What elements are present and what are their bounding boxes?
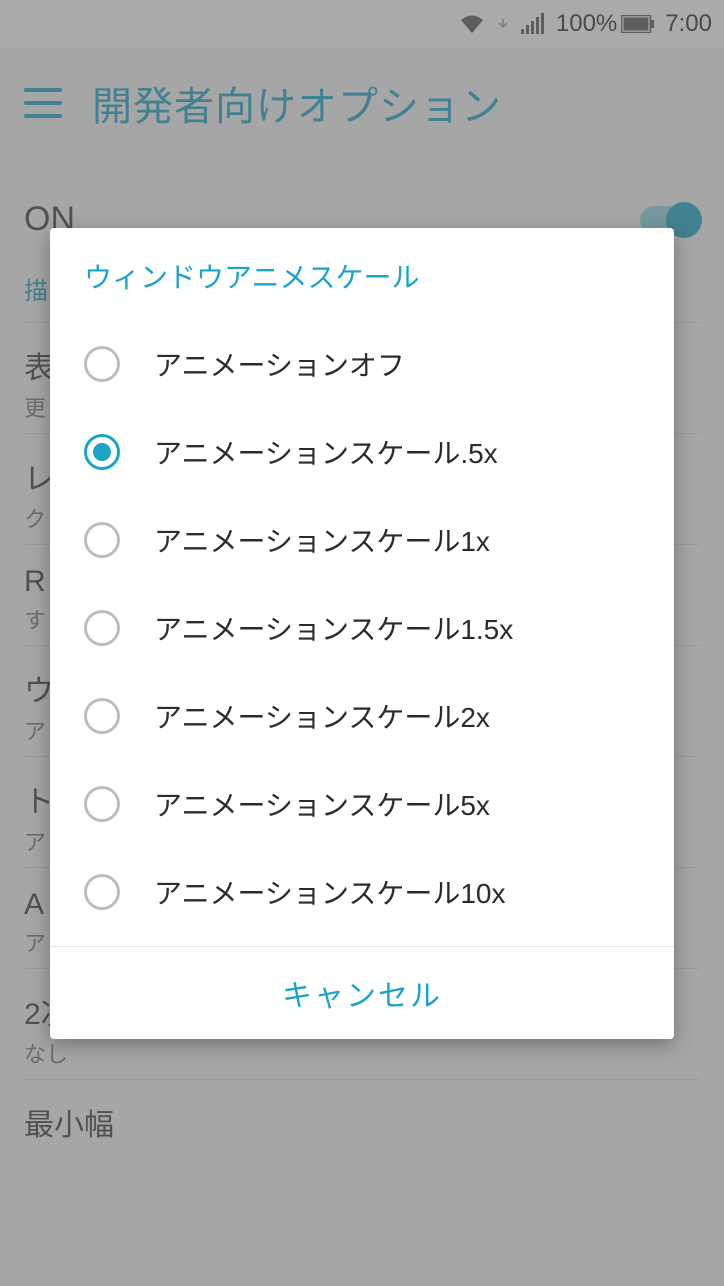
radio-icon: [84, 434, 120, 470]
radio-icon: [84, 874, 120, 910]
radio-icon: [84, 610, 120, 646]
dialog-footer: キャンセル: [50, 946, 674, 1039]
dialog-option[interactable]: アニメーションスケール5x: [50, 760, 674, 848]
animation-scale-dialog: ウィンドウアニメスケール アニメーションオフアニメーションスケール.5xアニメー…: [50, 228, 674, 1039]
dialog-option[interactable]: アニメーションスケール1x: [50, 496, 674, 584]
dialog-option[interactable]: アニメーションスケール1.5x: [50, 584, 674, 672]
dialog-option[interactable]: アニメーションスケール.5x: [50, 408, 674, 496]
dialog-title: ウィンドウアニメスケール: [50, 228, 674, 320]
option-label: アニメーションスケール2x: [154, 696, 490, 736]
dialog-option[interactable]: アニメーションスケール2x: [50, 672, 674, 760]
option-label: アニメーションスケール10x: [154, 872, 505, 912]
dialog-option[interactable]: アニメーションオフ: [50, 320, 674, 408]
radio-icon: [84, 698, 120, 734]
radio-icon: [84, 522, 120, 558]
option-label: アニメーションオフ: [154, 344, 405, 384]
option-label: アニメーションスケール1.5x: [154, 608, 513, 648]
radio-icon: [84, 786, 120, 822]
dialog-option[interactable]: アニメーションスケール10x: [50, 848, 674, 936]
option-label: アニメーションスケール5x: [154, 784, 490, 824]
option-label: アニメーションスケール.5x: [154, 432, 498, 472]
option-label: アニメーションスケール1x: [154, 520, 490, 560]
cancel-button[interactable]: キャンセル: [282, 971, 442, 1015]
radio-icon: [84, 346, 120, 382]
dialog-options: アニメーションオフアニメーションスケール.5x アニメーションスケール1x アニメー…: [50, 320, 674, 946]
